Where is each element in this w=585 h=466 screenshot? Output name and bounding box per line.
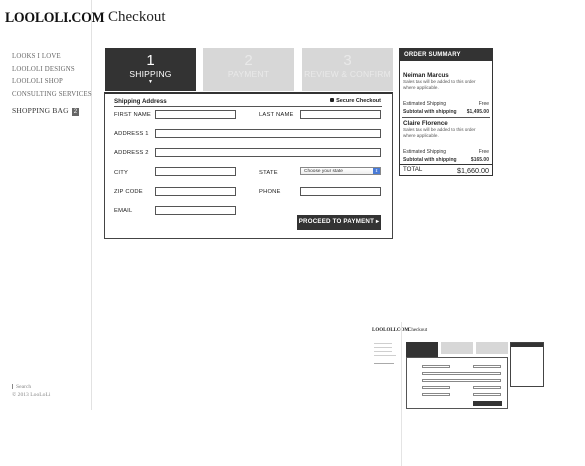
email-label: EMAIL [114, 208, 133, 214]
preview-button [473, 401, 502, 406]
page-title: Checkout [108, 9, 166, 25]
subtotal-value: $165.00 [470, 156, 489, 163]
search-link[interactable]: Search [12, 383, 50, 391]
state-select-value: Choose your state [304, 169, 343, 174]
sidebar-nav: LOOKS I LOVE LOOLOLI DESIGNS LOOLOLI SHO… [12, 51, 92, 101]
search-marker-icon [12, 384, 13, 389]
preview-nav-line [374, 343, 392, 344]
vendor-divider [402, 117, 490, 118]
shipping-row: Estimated Shipping Free [403, 149, 489, 155]
sidebar-footer: Search © 2013 LooLoLi [12, 383, 50, 399]
header-gap [400, 63, 492, 64]
nav-item-loololi-shop[interactable]: LOOLOLI SHOP [12, 76, 92, 89]
step-number: 2 [244, 52, 253, 69]
order-total-row: TOTAL $1,660.00 [400, 164, 492, 175]
shipping-value: Free [478, 100, 489, 107]
preview-field [473, 393, 501, 396]
proceed-to-payment-button[interactable]: PROCEED TO PAYMENT ▸ [297, 215, 381, 230]
preview-nav-line [374, 355, 396, 356]
step-number: 3 [343, 52, 352, 69]
last-name-field[interactable] [300, 110, 381, 119]
last-name-label: LAST NAME [259, 112, 294, 118]
step-number: 1 [146, 52, 155, 69]
copyright-text: © 2013 LooLoLi [12, 392, 51, 398]
order-summary-title: ORDER SUMMARY [400, 49, 492, 61]
preview-field [422, 372, 501, 375]
select-arrows-icon: ⇕ [373, 168, 380, 174]
caret-down-icon: ▼ [148, 79, 153, 85]
state-label: STATE [259, 170, 278, 176]
vendor-block: Neiman Marcus Sales tax will be added to… [403, 72, 489, 115]
phone-label: PHONE [259, 189, 281, 195]
preview-field [473, 386, 501, 389]
preview-field [422, 393, 450, 396]
shopping-bag-label: SHOPPING BAG [12, 106, 69, 115]
preview-field [422, 365, 450, 368]
vendor-block: Claire Florence Sales tax will be added … [403, 120, 489, 163]
preview-step [441, 342, 473, 354]
shipping-row: Estimated Shipping Free [403, 101, 489, 107]
city-label: CITY [114, 170, 129, 176]
subtotal-label: Subtotal with shipping [403, 108, 457, 115]
preview-nav-line [374, 347, 392, 348]
preview-order-summary [510, 342, 544, 387]
shipping-form: Shipping Address Secure Checkout FIRST N… [104, 92, 393, 239]
subtotal-row: Subtotal with shipping $1,495.00 [403, 109, 489, 115]
preview-form [406, 357, 508, 409]
bag-count-badge: 2 [71, 108, 80, 116]
lock-icon [330, 98, 335, 102]
preview-bag-line [374, 363, 394, 364]
step-payment[interactable]: 2 PAYMENT [203, 48, 294, 91]
preview-summary-header [511, 343, 543, 347]
step-label: PAYMENT [227, 69, 270, 79]
address2-field[interactable] [155, 148, 381, 157]
vendor-name: Neiman Marcus [403, 72, 449, 79]
preview-step-active [406, 342, 438, 357]
site-logo[interactable]: LOOLOLI.COM [5, 10, 105, 27]
preview-divider [401, 322, 402, 466]
search-link-label: Search [16, 384, 32, 390]
first-name-field[interactable] [155, 110, 236, 119]
shipping-value: Free [478, 148, 489, 155]
preview-field [422, 379, 501, 382]
preview-field [473, 365, 501, 368]
subtotal-value: $1,495.00 [466, 108, 489, 115]
preview-nav-line [374, 351, 392, 352]
zip-field[interactable] [155, 187, 236, 196]
step-label: SHIPPING [129, 69, 172, 79]
vendor-tax-note: Sales tax will be added to this order wh… [403, 127, 476, 138]
nav-item-looks-i-love[interactable]: LOOKS I LOVE [12, 51, 92, 64]
first-name-label: FIRST NAME [114, 112, 151, 118]
order-summary: ORDER SUMMARY Neiman Marcus Sales tax wi… [399, 48, 493, 176]
page-preview-thumbnail: LOOLOLI.COM Checkout [368, 322, 546, 466]
preview-logo: LOOLOLI.COM [372, 328, 410, 333]
preview-field [422, 386, 450, 389]
subtotal-row: Subtotal with shipping $165.00 [403, 157, 489, 163]
secure-checkout-label: Secure Checkout [336, 98, 381, 104]
address1-field[interactable] [155, 129, 381, 138]
preview-step [476, 342, 508, 354]
vendor-name: Claire Florence [403, 120, 448, 127]
address2-label: ADDRESS 2 [114, 150, 149, 156]
total-label: TOTAL [403, 166, 423, 173]
address1-label: ADDRESS 1 [114, 131, 149, 137]
nav-item-consulting-services[interactable]: CONSULTING SERVICES [12, 89, 92, 102]
state-select[interactable]: Choose your state ⇕ [300, 167, 381, 175]
preview-title: Checkout [408, 328, 428, 333]
total-value: $1,660.00 [457, 166, 489, 175]
zip-label: ZIP CODE [114, 189, 143, 195]
nav-item-loololi-designs[interactable]: LOOLOLI DESIGNS [12, 64, 92, 77]
step-shipping[interactable]: 1 SHIPPING ▼ [105, 48, 196, 91]
city-field[interactable] [155, 167, 236, 176]
email-field[interactable] [155, 206, 236, 215]
phone-field[interactable] [300, 187, 381, 196]
secure-checkout: Secure Checkout [330, 98, 381, 104]
step-review-confirm[interactable]: 3 REVIEW & CONFIRM [302, 48, 393, 91]
subtotal-label: Subtotal with shipping [403, 156, 457, 163]
step-label: REVIEW & CONFIRM [304, 69, 391, 79]
shopping-bag-link[interactable]: SHOPPING BAG 2 [12, 106, 80, 116]
vendor-tax-note: Sales tax will be added to this order wh… [403, 79, 476, 90]
shipping-label: Estimated Shipping [403, 100, 447, 107]
shipping-label: Estimated Shipping [403, 148, 447, 155]
